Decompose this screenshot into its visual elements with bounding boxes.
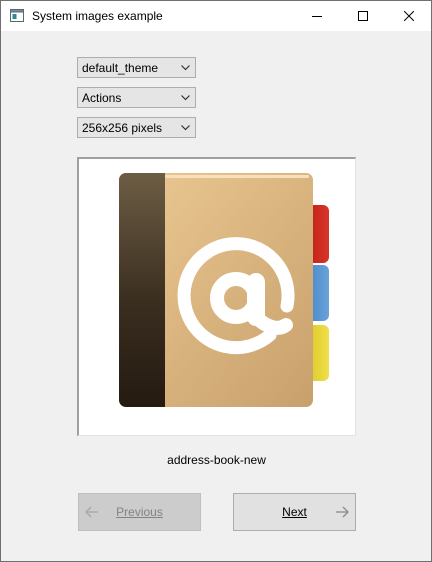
window-title: System images example (32, 9, 163, 23)
minimize-icon (312, 16, 322, 17)
theme-combobox[interactable]: default_theme (77, 57, 196, 78)
address-book-icon (119, 173, 329, 407)
close-icon (404, 11, 414, 21)
theme-combobox-value: default_theme (82, 61, 159, 75)
app-icon (10, 9, 24, 22)
chevron-down-icon (181, 65, 190, 71)
category-combobox[interactable]: Actions (77, 87, 196, 108)
close-button[interactable] (386, 1, 431, 31)
image-caption: address-book-new (167, 453, 266, 467)
maximize-icon (358, 11, 368, 21)
previous-button-label: Previous (116, 505, 163, 519)
cover-highlight (165, 175, 309, 178)
book-spine (119, 173, 165, 407)
next-button[interactable]: Next (233, 493, 356, 531)
image-preview (77, 157, 356, 436)
chevron-down-icon (181, 125, 190, 131)
app-window: System images example default_theme Acti… (0, 0, 432, 562)
chevron-down-icon (181, 95, 190, 101)
size-combobox-value: 256x256 pixels (82, 121, 163, 135)
title-bar: System images example (1, 1, 431, 31)
minimize-button[interactable] (294, 1, 340, 31)
size-combobox[interactable]: 256x256 pixels (77, 117, 196, 138)
category-combobox-value: Actions (82, 91, 122, 105)
maximize-button[interactable] (340, 1, 386, 31)
previous-button[interactable]: Previous (78, 493, 201, 531)
arrow-right-icon (336, 506, 349, 518)
